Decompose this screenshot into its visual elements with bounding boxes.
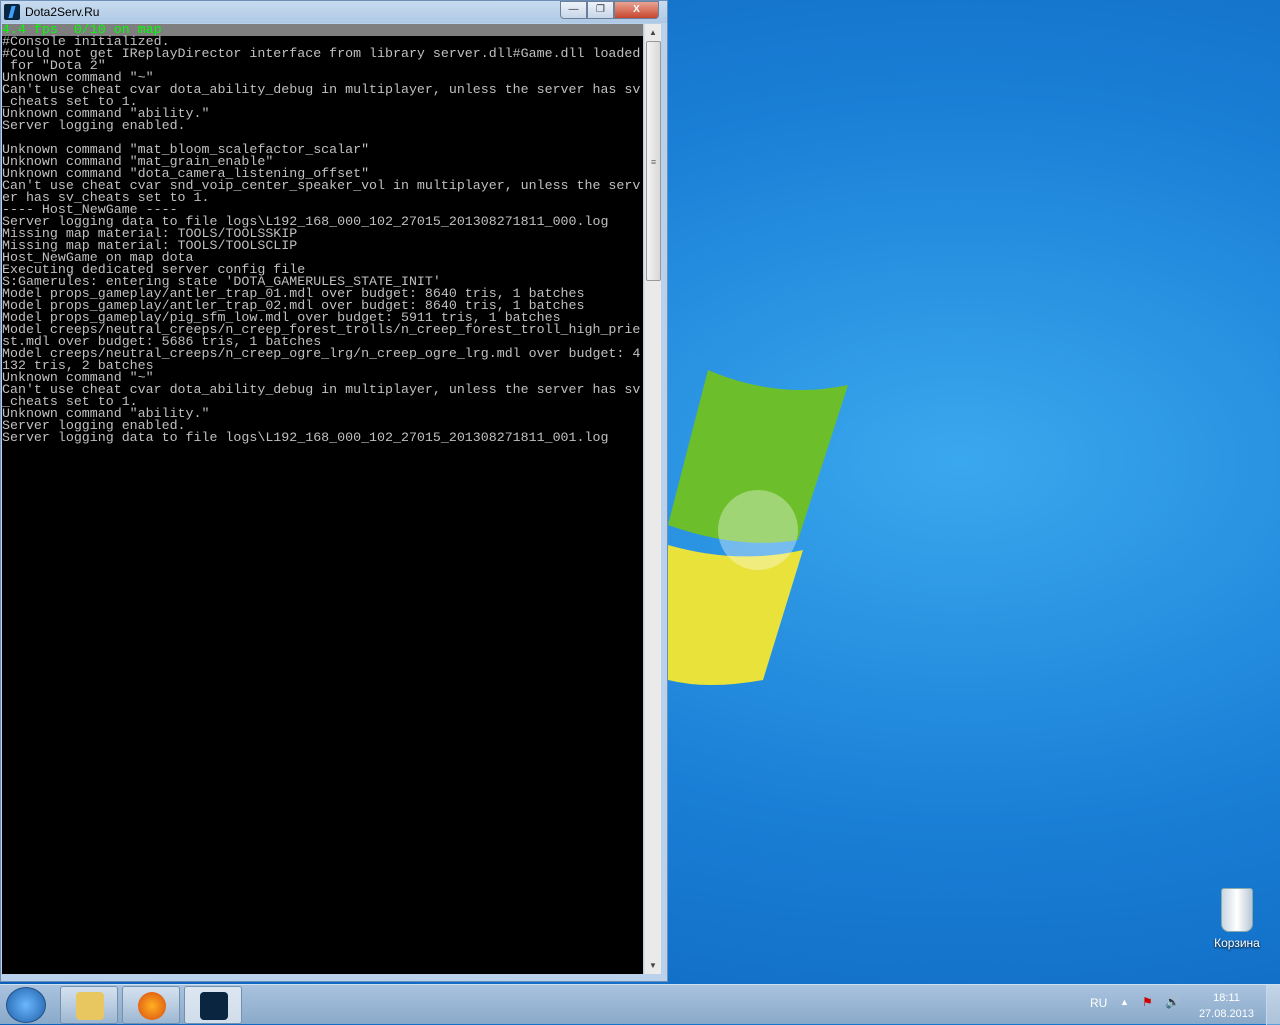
taskbar-dota2serv[interactable] <box>184 986 242 1024</box>
taskbar-explorer[interactable] <box>60 986 118 1024</box>
maximize-button[interactable]: ❐ <box>587 1 614 19</box>
show-hidden-icons-button[interactable]: ▲ <box>1120 997 1129 1007</box>
minimize-button[interactable]: — <box>560 1 587 19</box>
firefox-icon <box>138 992 166 1020</box>
taskbar-firefox[interactable] <box>122 986 180 1024</box>
language-indicator[interactable]: RU <box>1090 996 1107 1010</box>
app-icon <box>4 4 20 20</box>
dota2serv-icon <box>200 992 228 1020</box>
close-button[interactable]: X <box>614 1 659 19</box>
folder-icon <box>76 992 104 1020</box>
title-bar[interactable]: Dota2Serv.Ru — ❐ X <box>1 1 667 23</box>
clock-time: 18:11 <box>1213 992 1240 1004</box>
vertical-scrollbar[interactable]: ▲ ≡ ▼ <box>644 24 661 974</box>
recycle-bin[interactable]: Корзина <box>1205 888 1269 950</box>
recycle-bin-icon <box>1221 888 1253 932</box>
scroll-up-button[interactable]: ▲ <box>645 24 661 41</box>
action-center-flag-icon[interactable]: ⚑ <box>1142 995 1153 1009</box>
show-desktop-button[interactable] <box>1266 985 1280 1025</box>
scroll-down-button[interactable]: ▼ <box>645 957 661 974</box>
start-button[interactable] <box>6 987 46 1023</box>
console-line: Server logging enabled. <box>2 118 186 133</box>
windows-logo-wallpaper <box>668 370 848 685</box>
console-window: Dota2Serv.Ru — ❐ X 4.4 fps 0/10 on map #… <box>0 0 668 982</box>
volume-icon[interactable]: 🔊 <box>1165 995 1180 1009</box>
clock[interactable]: 18:11 27.08.2013 <box>1199 990 1254 1022</box>
clock-date: 27.08.2013 <box>1198 1008 1254 1020</box>
window-title: Dota2Serv.Ru <box>25 5 100 19</box>
taskbar: RU ▲ ⚑ 🔊 18:11 27.08.2013 <box>0 984 1280 1025</box>
recycle-bin-label: Корзина <box>1214 936 1260 950</box>
console-output[interactable]: 4.4 fps 0/10 on map #Console initialized… <box>2 24 643 974</box>
console-line: Server logging data to file logs\L192_16… <box>2 430 609 445</box>
scroll-thumb[interactable]: ≡ <box>646 41 661 281</box>
